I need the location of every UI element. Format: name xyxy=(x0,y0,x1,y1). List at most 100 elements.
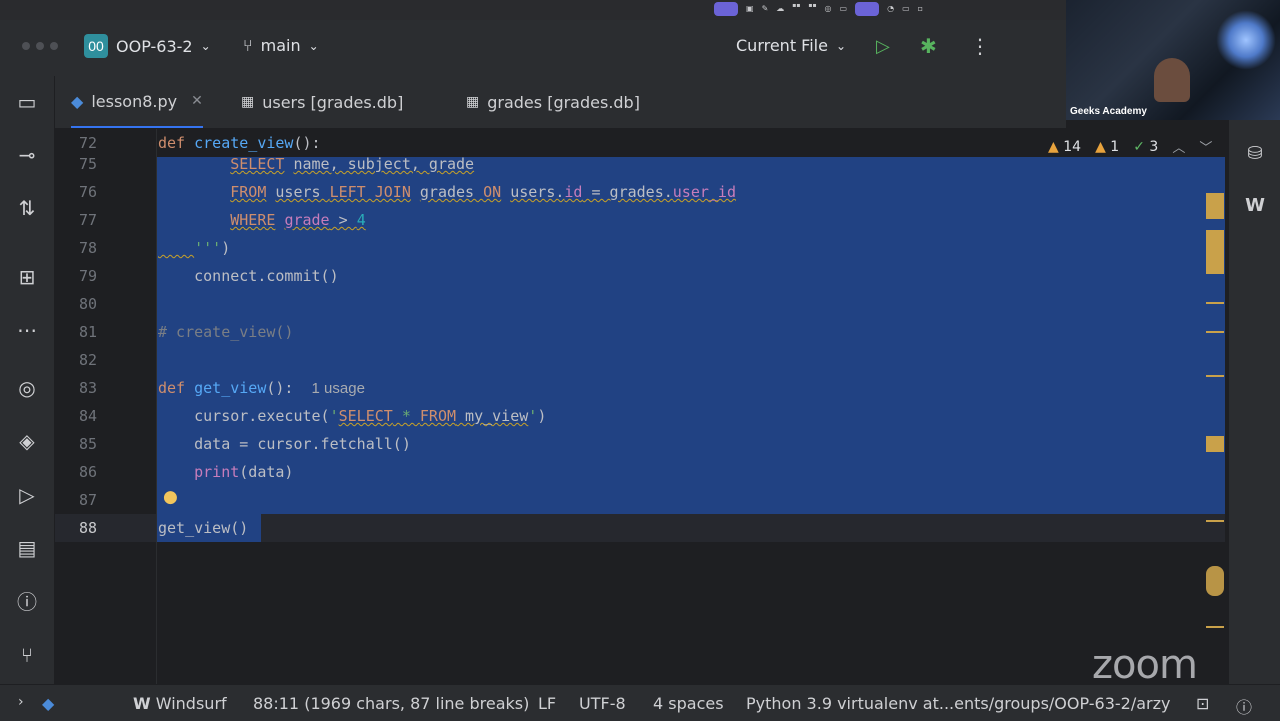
terminal-icon[interactable]: ▤ xyxy=(13,534,41,562)
network-icon[interactable]: ◎ xyxy=(825,2,832,16)
brush-icon[interactable]: ✎ xyxy=(762,2,769,16)
check-icon: ✓ xyxy=(1133,138,1145,155)
windsurf-status[interactable]: W Windsurf xyxy=(133,694,227,713)
code-editor[interactable]: 72 75 76 77 78 79 80 81 82 83 84 85 86 8… xyxy=(55,129,1228,684)
line-number: 75 xyxy=(78,155,97,173)
screen-share-icon[interactable] xyxy=(855,2,880,16)
more-actions-button[interactable]: ⋮ xyxy=(970,34,990,58)
error-stripe-marker[interactable] xyxy=(1206,193,1224,219)
git-icon[interactable]: ⑂ xyxy=(13,641,41,669)
chevron-down-icon: ⌄ xyxy=(308,38,319,53)
keyboard-icon[interactable]: ▫ xyxy=(918,2,923,16)
inspection-widget[interactable]: ▲ 14 ▲ 1 ✓ 3 ︿ ﹀ xyxy=(1048,137,1212,157)
lightbulb-icon[interactable]: ● xyxy=(163,487,178,507)
error-stripe-marker[interactable] xyxy=(1206,302,1224,304)
branch-selector[interactable]: ⑂ main ⌄ xyxy=(243,36,319,55)
battery-stat-icon: ▪▪ xyxy=(808,2,817,9)
chevron-right-icon[interactable]: › xyxy=(18,694,24,710)
run-config-label: Current File xyxy=(736,36,828,55)
tab-users-db[interactable]: ▦ users [grades.db] xyxy=(241,76,403,128)
line-number: 87 xyxy=(78,491,97,509)
warning-count[interactable]: ▲ 14 xyxy=(1048,139,1081,155)
code-line: ''') xyxy=(194,239,231,257)
chevron-down-icon[interactable]: ﹀ xyxy=(1199,137,1212,156)
windsurf-icon[interactable]: W xyxy=(1241,192,1269,220)
tab-label: grades [grades.db] xyxy=(487,92,640,112)
chevron-down-icon: ⌄ xyxy=(200,39,211,53)
structure-icon[interactable]: ⊞ xyxy=(13,263,41,291)
run-configuration-selector[interactable]: Current File ⌄ xyxy=(736,36,846,55)
debug-button[interactable]: ✱ xyxy=(920,34,937,58)
scrollbar-thumb[interactable] xyxy=(1206,566,1224,596)
warning-icon: ▲ xyxy=(1095,138,1106,155)
chevron-down-icon: ⌄ xyxy=(835,38,847,53)
error-stripe-marker[interactable] xyxy=(1206,626,1224,628)
line-number: 78 xyxy=(78,239,97,257)
line-number: 76 xyxy=(78,183,97,201)
error-stripe-marker[interactable] xyxy=(1206,520,1224,522)
left-tool-strip: ▭ ⊸ ⇅ ⊞ ⋯ ◎ ◈ ▷ ▤ ⓘ ⑂ xyxy=(0,76,55,684)
line-number: 81 xyxy=(78,323,97,341)
run-icon[interactable]: ▷ xyxy=(13,481,41,509)
tab-lesson8[interactable]: ◆ lesson8.py ✕ xyxy=(71,76,203,128)
warning-icon: ▲ xyxy=(1048,138,1059,155)
project-selector[interactable]: 00 OOP-63-2 ⌄ xyxy=(84,34,211,58)
menu-bar-extras: ▣ ✎ ☁ ▪▪ ▪▪ ◎ ▭ ◔ ▭ ▫ xyxy=(714,2,923,16)
line-separator[interactable]: LF xyxy=(538,694,556,713)
python-file-icon: ◆ xyxy=(71,91,84,111)
line-number: 84 xyxy=(78,407,97,425)
commit-icon[interactable]: ⊸ xyxy=(13,141,41,169)
window-controls[interactable] xyxy=(22,42,58,50)
error-stripe-marker[interactable] xyxy=(1206,230,1224,274)
status-bar: › ◆ W Windsurf 88:11 (1969 chars, 87 lin… xyxy=(0,684,1280,721)
zoom-watermark: zoom xyxy=(1092,642,1198,688)
line-number: 86 xyxy=(78,463,97,481)
interpreter-selector[interactable]: Python 3.9 virtualenv at...ents/groups/O… xyxy=(746,694,1171,713)
notifications-icon[interactable]: ⓘ xyxy=(1236,694,1252,718)
display-icon[interactable]: ▭ xyxy=(902,2,910,16)
participant-name: Geeks Academy xyxy=(1070,106,1147,117)
pull-request-icon[interactable]: ⇅ xyxy=(13,194,41,222)
file-encoding[interactable]: UTF-8 xyxy=(579,694,626,713)
folder-icon[interactable]: ▭ xyxy=(13,88,41,116)
line-number: 72 xyxy=(78,134,97,152)
zoom-menu-icon[interactable] xyxy=(714,2,738,16)
more-icon[interactable]: ⋯ xyxy=(13,316,41,344)
error-stripe-marker[interactable] xyxy=(1206,375,1224,377)
error-stripe-marker[interactable] xyxy=(1206,331,1224,333)
code-line: cursor.execute('SELECT * FROM my_view') xyxy=(158,407,547,425)
close-icon[interactable]: ✕ xyxy=(191,93,203,109)
project-name: OOP-63-2 xyxy=(116,36,193,56)
line-number: 79 xyxy=(78,267,97,285)
ok-count[interactable]: ✓ 3 xyxy=(1133,139,1158,155)
right-tool-strip: ⛁ W xyxy=(1228,120,1280,684)
extension-icon[interactable]: ▣ xyxy=(746,2,754,16)
cpu-stat-icon: ▪▪ xyxy=(792,2,801,9)
tab-grades-db[interactable]: ▦ grades [grades.db] xyxy=(466,76,640,128)
code-line: connect.commit() xyxy=(158,267,339,285)
line-number: 82 xyxy=(78,351,97,369)
database-icon[interactable]: ⛁ xyxy=(1241,140,1269,168)
problems-icon[interactable]: ⓘ xyxy=(13,588,41,616)
layers-icon[interactable]: ◈ xyxy=(13,427,41,455)
project-badge: 00 xyxy=(84,34,108,58)
windsurf-icon: W xyxy=(133,694,151,713)
weak-warning-count[interactable]: ▲ 1 xyxy=(1095,139,1119,155)
line-number-gutter[interactable]: 72 75 76 77 78 79 80 81 82 83 84 85 86 8… xyxy=(55,129,155,684)
python-icon[interactable]: ◆ xyxy=(42,694,54,713)
caret-position[interactable]: 88:11 (1969 chars, 87 line breaks) xyxy=(253,694,529,713)
table-icon: ▦ xyxy=(466,94,480,110)
run-button[interactable]: ▷ xyxy=(876,36,890,57)
cloud-icon[interactable]: ☁ xyxy=(776,2,784,16)
indent-setting[interactable]: 4 spaces xyxy=(653,694,724,713)
python-console-icon[interactable]: ◎ xyxy=(13,374,41,402)
wifi-icon[interactable]: ◔ xyxy=(887,2,894,16)
lock-icon[interactable]: ⊡ xyxy=(1196,694,1209,713)
usage-hint[interactable]: 1 usage xyxy=(312,380,365,397)
code-line: data = cursor.fetchall() xyxy=(158,435,411,453)
error-stripe-marker[interactable] xyxy=(1206,436,1224,452)
branch-icon: ⑂ xyxy=(243,36,253,55)
battery-icon[interactable]: ▭ xyxy=(840,2,848,16)
main-toolbar: 00 OOP-63-2 ⌄ ⑂ main ⌄ Current File ⌄ ▷ … xyxy=(0,20,1066,77)
chevron-up-icon[interactable]: ︿ xyxy=(1172,137,1185,156)
